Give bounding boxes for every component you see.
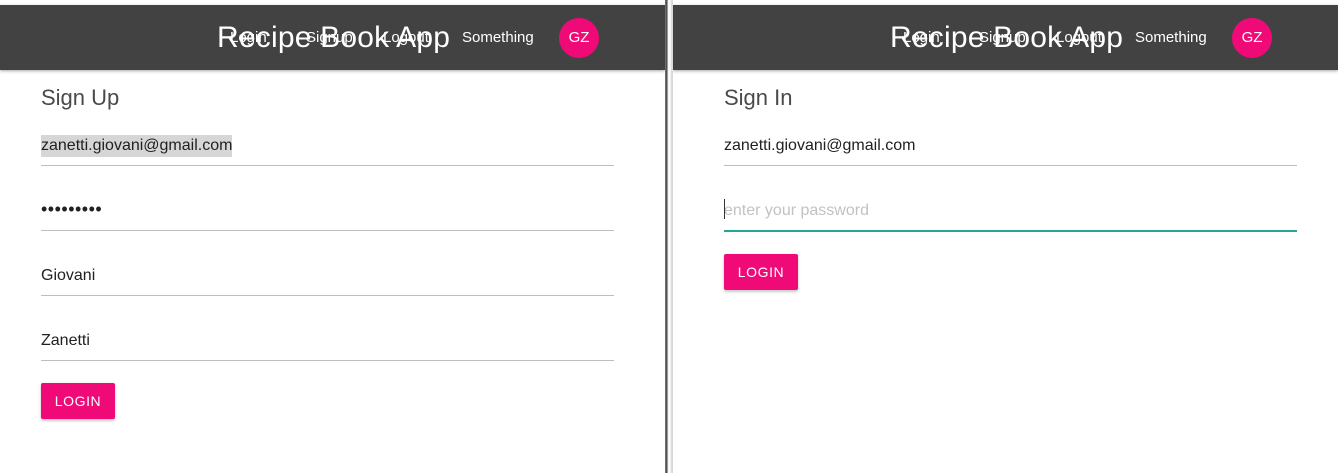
signup-submit-button[interactable]: LOGIN xyxy=(41,383,115,419)
signup-email-field[interactable]: zanetti.giovani@gmail.com xyxy=(41,129,614,166)
app-title: Recipe Book App xyxy=(890,21,1124,54)
signup-window: Login Signup Logout Something Recipe Boo… xyxy=(0,0,665,473)
signin-password-field[interactable]: enter your password xyxy=(724,194,1297,232)
signin-email-field[interactable]: zanetti.giovani@gmail.com xyxy=(724,129,1297,166)
signup-password-field[interactable]: ••••••••• xyxy=(41,194,614,231)
signin-window: Login Signup Logout Something Recipe Boo… xyxy=(673,0,1338,473)
avatar[interactable]: GZ xyxy=(1232,18,1272,58)
text-caret xyxy=(724,199,725,219)
signin-submit-button[interactable]: LOGIN xyxy=(724,254,798,290)
signup-title: Sign Up xyxy=(41,85,120,110)
signin-email-value: zanetti.giovani@gmail.com xyxy=(724,137,916,154)
signin-password-placeholder: enter your password xyxy=(724,202,869,219)
signup-password-value: ••••••••• xyxy=(41,199,103,219)
signup-first-name-field[interactable]: Giovani xyxy=(41,259,614,296)
screen: Login Signup Logout Something Recipe Boo… xyxy=(0,0,1338,473)
nav-something-link[interactable]: Something xyxy=(1135,5,1207,70)
signup-email-value: zanetti.giovani@gmail.com xyxy=(41,135,233,157)
nav-something-link[interactable]: Something xyxy=(462,5,534,70)
app-bar: Login Signup Logout Something Recipe Boo… xyxy=(0,5,665,70)
avatar[interactable]: GZ xyxy=(559,18,599,58)
signup-last-name-value: Zanetti xyxy=(41,332,90,349)
app-title: Recipe Book App xyxy=(217,21,451,54)
window-divider xyxy=(665,0,673,473)
signup-last-name-field[interactable]: Zanetti xyxy=(41,324,614,361)
signin-title: Sign In xyxy=(724,85,793,110)
signup-first-name-value: Giovani xyxy=(41,267,96,284)
app-bar: Login Signup Logout Something Recipe Boo… xyxy=(673,5,1338,70)
